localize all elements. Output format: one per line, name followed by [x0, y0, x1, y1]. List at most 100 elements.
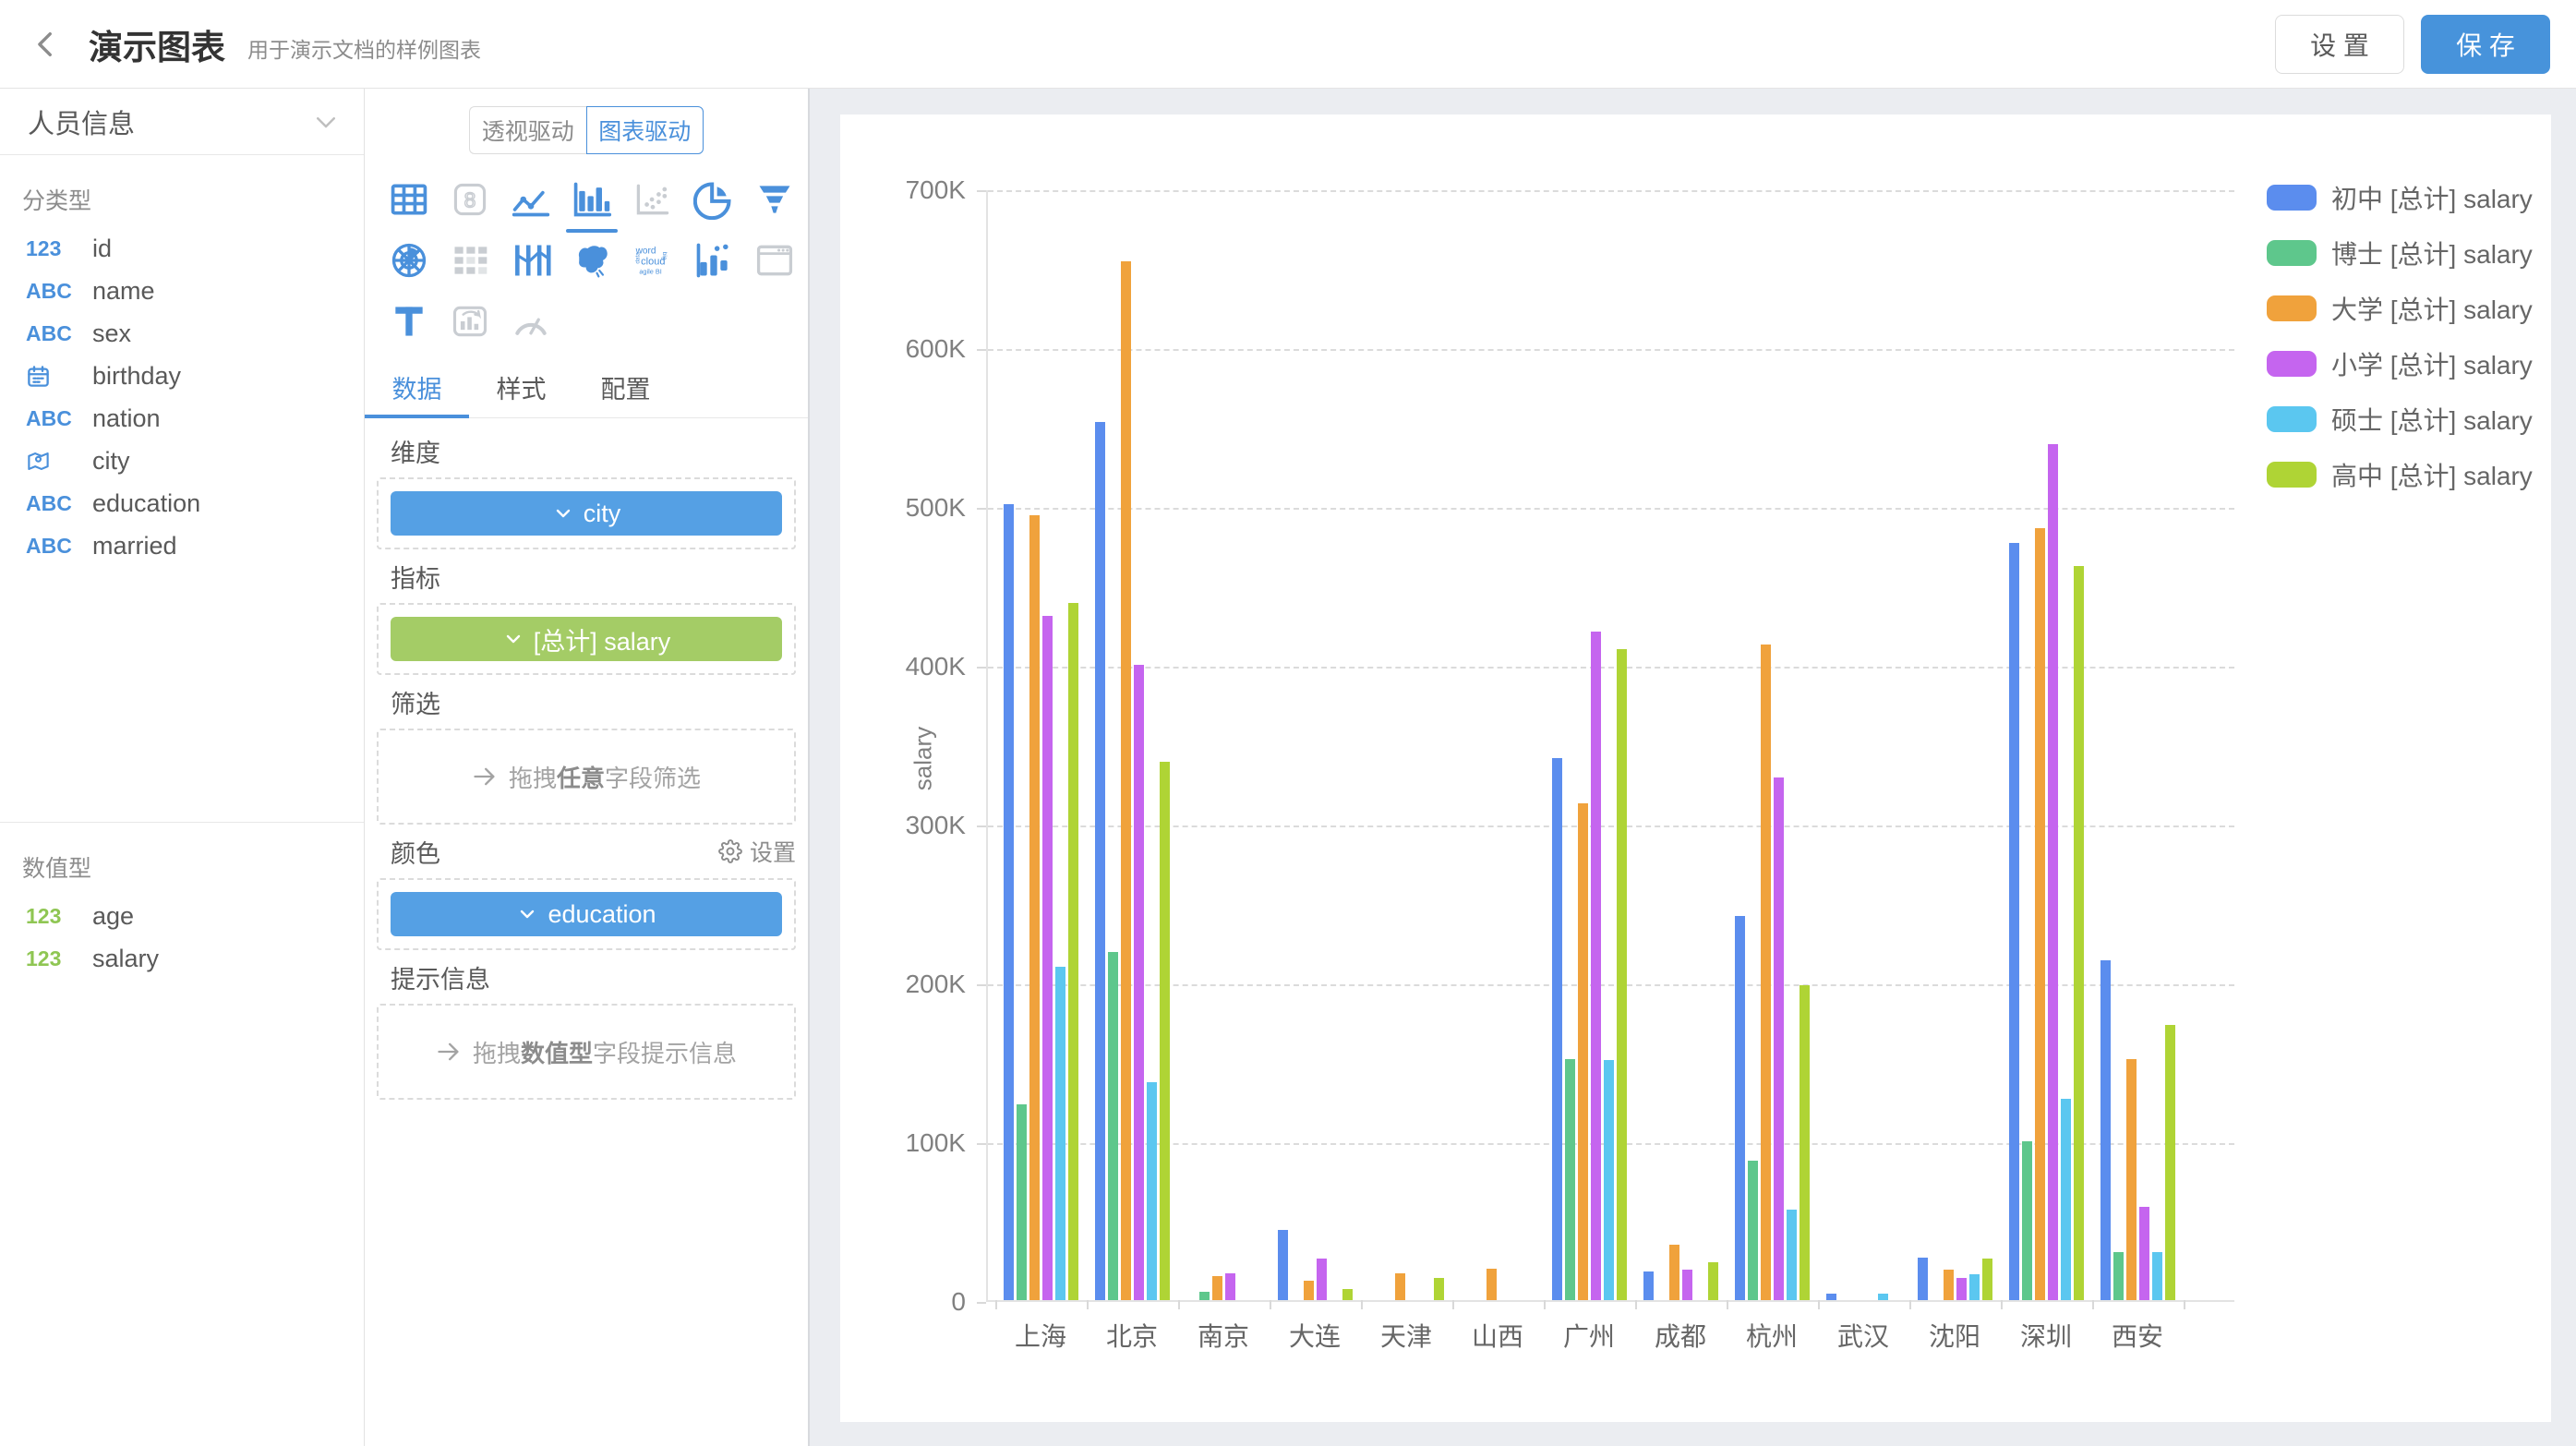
bar[interactable] — [2165, 1025, 2175, 1300]
color-chip-education[interactable]: education — [391, 892, 782, 936]
field-item-nation[interactable]: ABCnation — [0, 397, 364, 440]
bar[interactable] — [1121, 261, 1131, 1300]
field-item-age[interactable]: 123age — [0, 895, 364, 937]
bar[interactable] — [1956, 1278, 1967, 1300]
tab-data[interactable]: 数据 — [365, 363, 469, 417]
settings-button[interactable]: 设 置 — [2275, 15, 2404, 74]
color-dropzone[interactable]: education — [377, 878, 796, 950]
bar[interactable] — [2152, 1252, 2162, 1300]
measure-dropzone[interactable]: [总计] salary — [377, 603, 796, 675]
color-settings-button[interactable]: 设置 — [718, 835, 796, 868]
bar[interactable] — [2126, 1059, 2137, 1300]
text-icon[interactable] — [379, 291, 439, 352]
bar[interactable] — [1918, 1258, 1928, 1300]
bar[interactable] — [1225, 1273, 1235, 1300]
bar[interactable] — [1552, 758, 1562, 1300]
bar[interactable] — [1017, 1104, 1027, 1300]
measure-chip-salary[interactable]: [总计] salary — [391, 617, 782, 661]
bar[interactable] — [1342, 1289, 1353, 1300]
field-item-birthday[interactable]: birthday — [0, 355, 364, 397]
bar[interactable] — [1800, 985, 1810, 1300]
legend-item[interactable]: 初中 [总计] salary — [2267, 179, 2533, 216]
bar[interactable] — [2101, 960, 2111, 1300]
bar[interactable] — [1669, 1245, 1679, 1300]
bar[interactable] — [2139, 1207, 2149, 1300]
bar-chart-icon[interactable] — [561, 169, 622, 230]
bar[interactable] — [1304, 1281, 1314, 1300]
bar[interactable] — [1395, 1273, 1405, 1300]
bar[interactable] — [1643, 1271, 1654, 1300]
bar[interactable] — [1787, 1210, 1797, 1300]
bar[interactable] — [1068, 603, 1078, 1300]
filter-dropzone[interactable]: 拖拽任意字段筛选 — [377, 729, 796, 825]
tooltip-dropzone[interactable]: 拖拽数值型字段提示信息 — [377, 1004, 796, 1100]
bar[interactable] — [1160, 762, 1170, 1300]
legend-item[interactable]: 硕士 [总计] salary — [2267, 401, 2533, 438]
funnel-chart-icon[interactable] — [744, 169, 805, 230]
bar[interactable] — [1029, 515, 1040, 1300]
line-chart-icon[interactable] — [500, 169, 561, 230]
bar[interactable] — [1147, 1082, 1157, 1300]
field-item-sex[interactable]: ABCsex — [0, 312, 364, 355]
bar[interactable] — [1682, 1270, 1692, 1300]
field-item-salary[interactable]: 123salary — [0, 937, 364, 980]
tab-config[interactable]: 配置 — [573, 363, 678, 417]
bar[interactable] — [1278, 1230, 1288, 1300]
bar[interactable] — [1108, 952, 1118, 1300]
bar[interactable] — [1578, 803, 1588, 1300]
bar[interactable] — [1134, 665, 1144, 1300]
bar[interactable] — [1042, 616, 1053, 1300]
bar[interactable] — [1774, 777, 1784, 1300]
field-item-name[interactable]: ABCname — [0, 270, 364, 312]
legend-item[interactable]: 大学 [总计] salary — [2267, 290, 2533, 327]
bar[interactable] — [1969, 1274, 1980, 1300]
table-icon[interactable] — [379, 169, 439, 230]
bullet-chart-icon[interactable] — [683, 230, 744, 291]
bar[interactable] — [2113, 1252, 2124, 1300]
bar[interactable] — [1212, 1276, 1222, 1300]
bar[interactable] — [1944, 1270, 1954, 1300]
word-cloud-icon[interactable]: wordbigclouddataagile BI — [622, 230, 683, 291]
field-item-education[interactable]: ABCeducation — [0, 482, 364, 524]
toggle-pivot-driven[interactable]: 透视驱动 — [469, 106, 586, 154]
legend-item[interactable]: 博士 [总计] salary — [2267, 235, 2533, 271]
bar[interactable] — [1434, 1278, 1444, 1300]
bar[interactable] — [1317, 1259, 1327, 1300]
field-item-married[interactable]: ABCmarried — [0, 524, 364, 567]
bar[interactable] — [2061, 1099, 2071, 1300]
back-button[interactable] — [26, 24, 66, 65]
bar[interactable] — [1826, 1294, 1836, 1300]
parallel-coordinates-icon[interactable] — [500, 230, 561, 291]
bar[interactable] — [1565, 1059, 1575, 1300]
china-map-icon[interactable] — [561, 230, 622, 291]
bar[interactable] — [1878, 1294, 1888, 1300]
bar[interactable] — [2035, 528, 2045, 1300]
field-item-city[interactable]: city — [0, 440, 364, 482]
save-button[interactable]: 保 存 — [2421, 15, 2550, 74]
radar-chart-icon[interactable] — [379, 230, 439, 291]
bar[interactable] — [1199, 1292, 1210, 1300]
pie-chart-icon[interactable] — [683, 169, 744, 230]
bar[interactable] — [1095, 422, 1105, 1300]
toggle-chart-driven[interactable]: 图表驱动 — [586, 106, 704, 154]
dimension-dropzone[interactable]: city — [377, 477, 796, 549]
bar[interactable] — [1487, 1269, 1497, 1300]
bar[interactable] — [1004, 504, 1014, 1300]
bar[interactable] — [2022, 1141, 2032, 1300]
bar[interactable] — [1708, 1262, 1718, 1300]
bar[interactable] — [1761, 645, 1771, 1300]
bar[interactable] — [1055, 967, 1065, 1300]
bar[interactable] — [2048, 444, 2058, 1300]
tab-style[interactable]: 样式 — [469, 363, 573, 417]
bar[interactable] — [1591, 632, 1601, 1300]
bar[interactable] — [1617, 649, 1627, 1300]
bar[interactable] — [2074, 566, 2084, 1300]
dimension-chip-city[interactable]: city — [391, 491, 782, 536]
bar[interactable] — [1748, 1161, 1758, 1300]
field-item-id[interactable]: 123id — [0, 227, 364, 270]
bar[interactable] — [2009, 543, 2019, 1300]
dataset-selector[interactable]: 人员信息 — [0, 89, 364, 155]
bar[interactable] — [1604, 1060, 1614, 1300]
bar[interactable] — [1735, 916, 1745, 1300]
legend-item[interactable]: 高中 [总计] salary — [2267, 456, 2533, 493]
